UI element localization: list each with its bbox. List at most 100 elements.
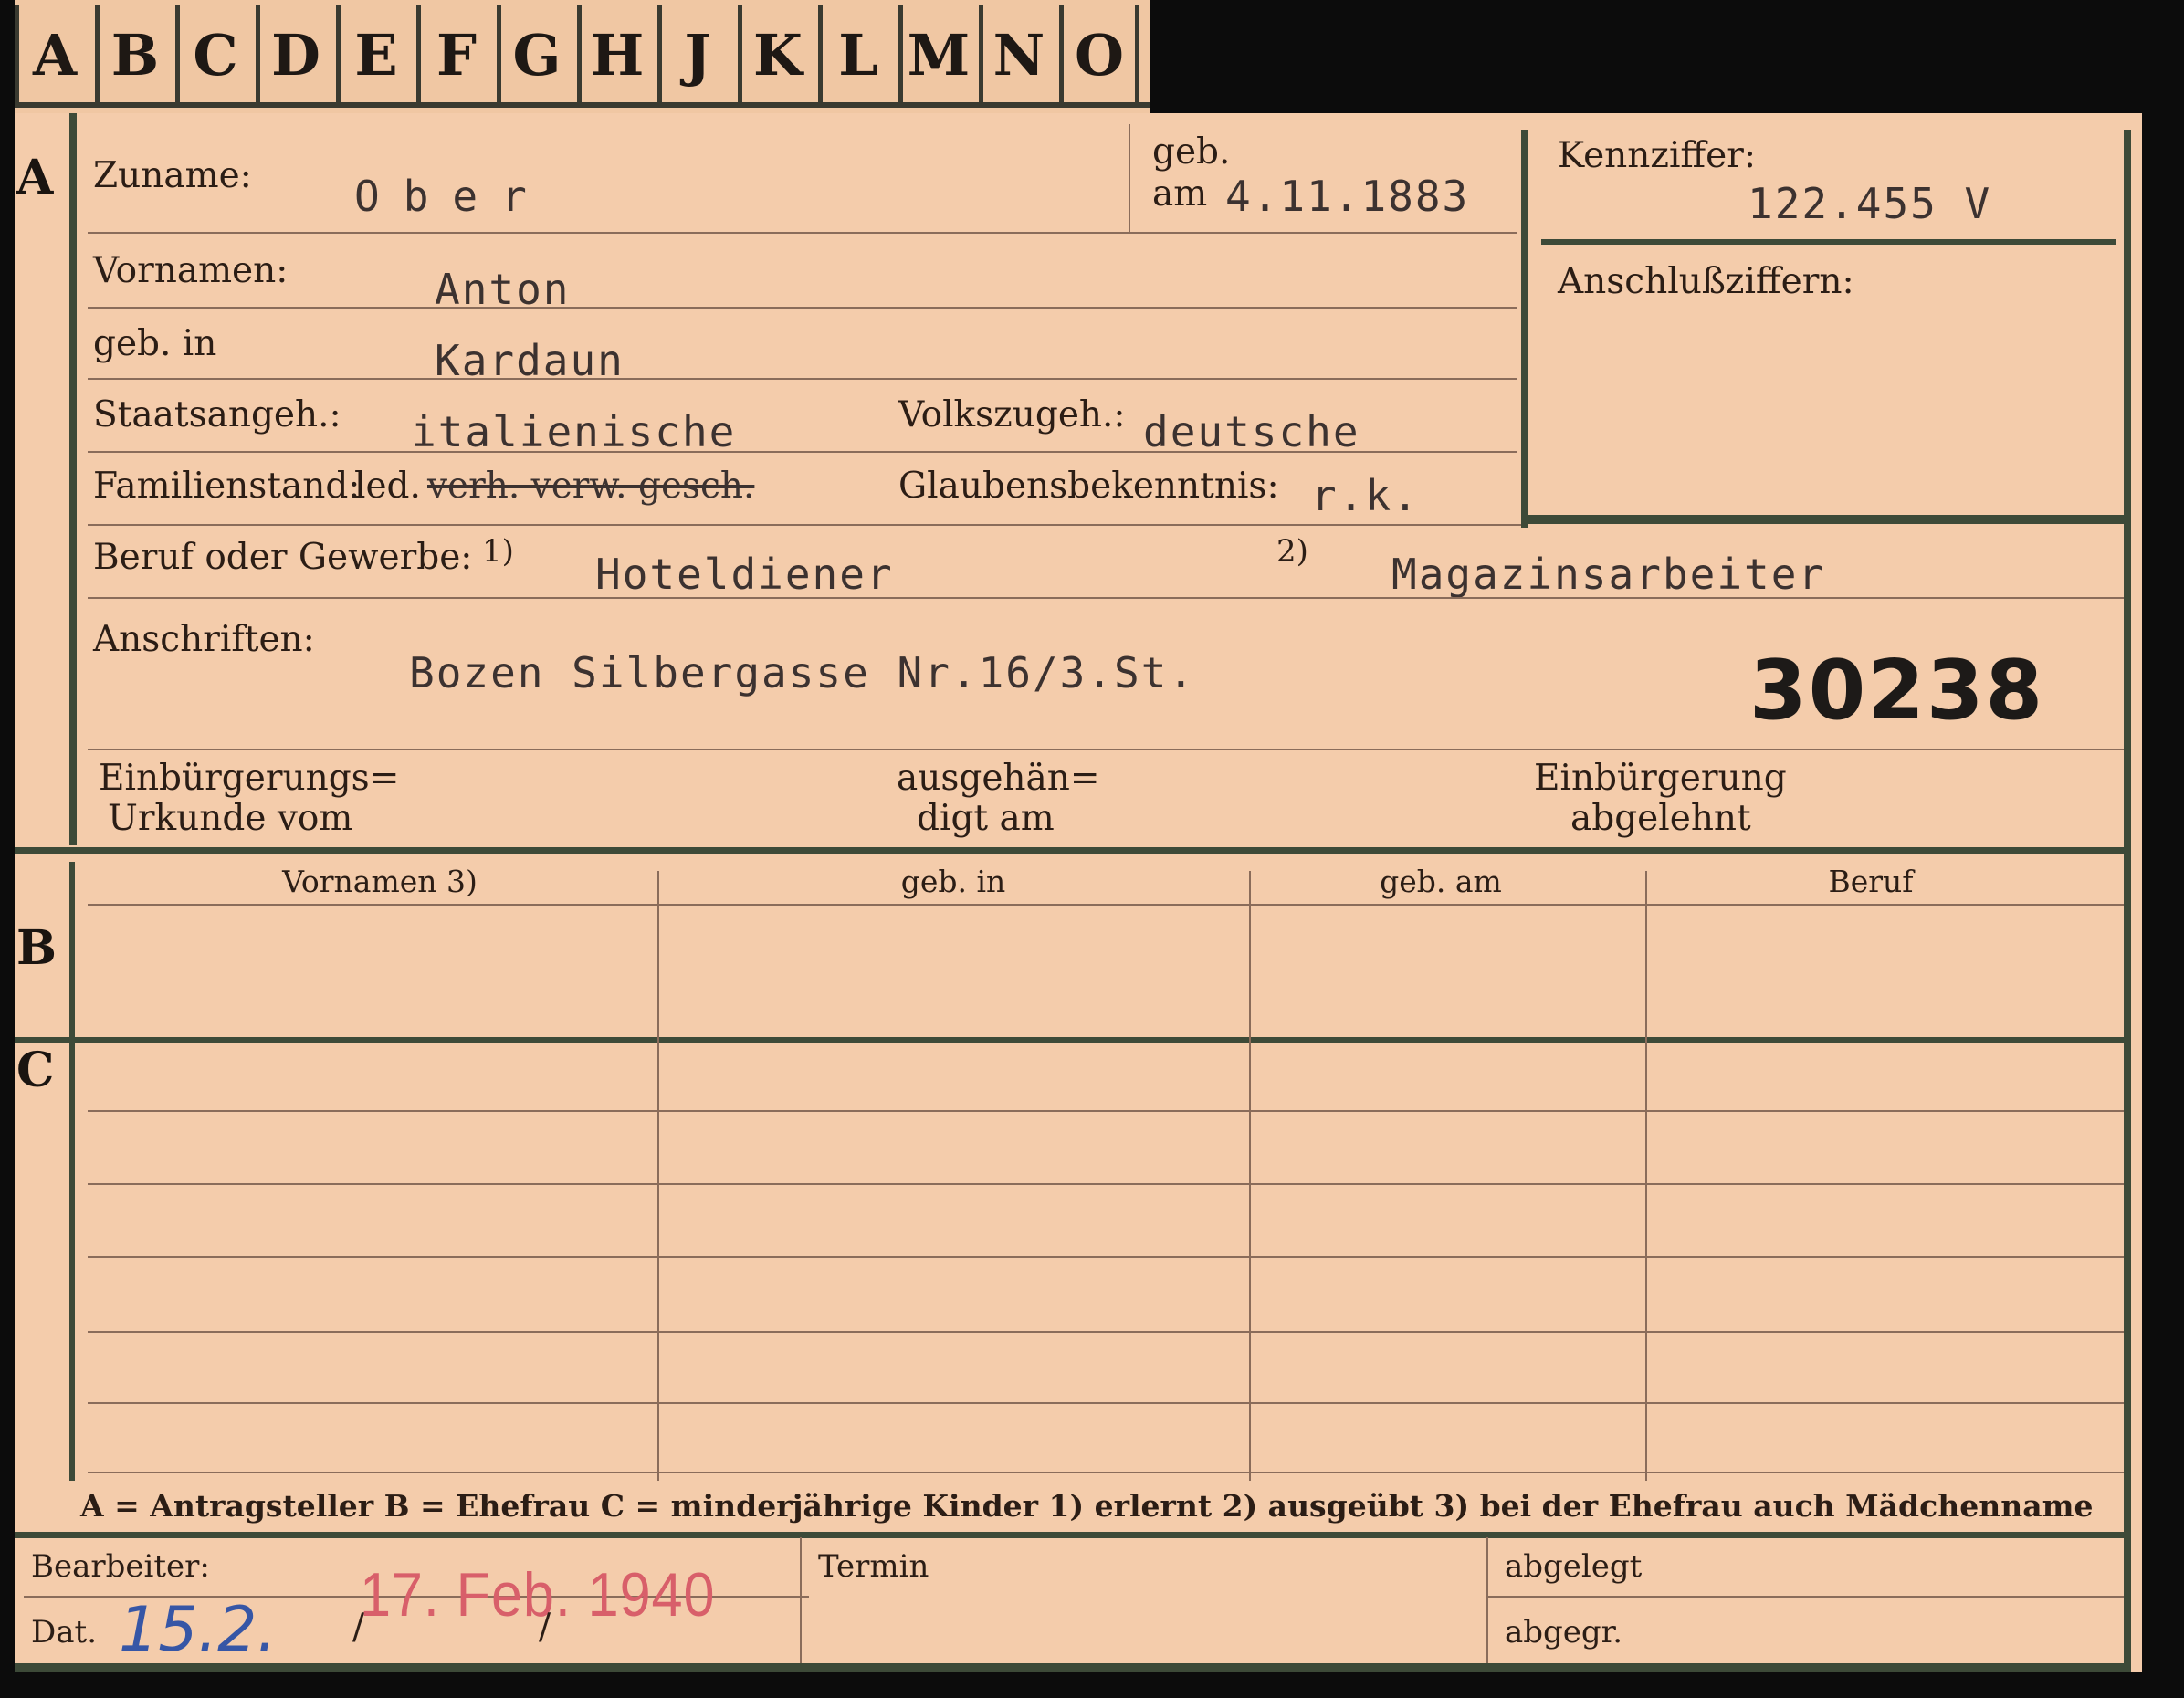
religion-value: r.k.	[1311, 471, 1420, 520]
footer-right-rule	[2124, 1532, 2131, 1672]
card-right-rule	[2124, 130, 2131, 1672]
submitted-label: abgegr.	[1505, 1614, 1623, 1651]
occupation-label: Beruf oder Gewerbe:	[93, 537, 473, 578]
reference-box-left	[1521, 130, 1528, 528]
surname-label: Zuname:	[93, 155, 252, 196]
col-header-first-names: Vornamen 3)	[282, 864, 478, 899]
rule-c-4	[88, 1331, 2124, 1333]
surname-value: Ober	[354, 172, 551, 221]
tab-e[interactable]: E	[336, 5, 412, 104]
rule-first-names	[88, 307, 1517, 309]
rule-marital	[88, 524, 1521, 526]
tab-n[interactable]: N	[979, 5, 1055, 104]
rule-c-6	[88, 1472, 2124, 1473]
tab-g[interactable]: G	[497, 5, 572, 104]
reference-box-divider	[1541, 239, 2116, 245]
handed-over-label-2: digt am	[917, 798, 1055, 839]
footer-right-mid-rule	[1488, 1596, 2127, 1598]
tab-j[interactable]: J	[657, 5, 733, 104]
citizenship-label: Staatsangeh.:	[93, 394, 341, 435]
ethnicity-label: Volkszugeh.:	[898, 394, 1126, 435]
citizenship-value: italienische	[411, 407, 737, 456]
tab-baseline	[15, 102, 1150, 108]
section-bc-divider-left	[69, 862, 75, 1583]
naturalization-doc-label-2: Urkunde vom	[108, 798, 353, 839]
rule-occupation	[88, 597, 2124, 599]
ethnicity-value: deutsche	[1143, 407, 1360, 456]
occupation-practiced-value: Magazinsarbeiter	[1391, 550, 1826, 599]
processor-label: Bearbeiter:	[31, 1548, 210, 1585]
footer-bottom-rule	[15, 1663, 2131, 1672]
surname-birth-divider	[1129, 124, 1130, 234]
religion-label: Glaubensbekenntnis:	[898, 466, 1279, 507]
handed-over-label-1: ausgehän=	[897, 758, 1100, 799]
tab-o[interactable]: O	[1059, 5, 1139, 104]
section-c-marker: C	[16, 1043, 55, 1098]
marital-status-struck-options: verh. verw. gesch.	[427, 466, 755, 507]
section-divider-left	[69, 113, 77, 845]
first-names-label: Vornamen:	[93, 250, 289, 291]
naturalization-doc-label-1: Einbürgerungs=	[99, 758, 400, 799]
footer-divider-2	[1486, 1537, 1488, 1669]
address-label: Anschriften:	[93, 619, 315, 660]
rule-surname	[88, 232, 1517, 234]
alphabet-tab-strip: A B C D E F G H J K L M N O	[15, 0, 1150, 113]
deadline-label: Termin	[818, 1548, 929, 1585]
code-value: 122.455 V	[1748, 179, 1992, 228]
footer-band: Bearbeiter: Dat. 15.2. / 17. Feb. 1940 /…	[15, 1532, 2142, 1672]
tab-h[interactable]: H	[577, 5, 653, 104]
birthplace-label: geb. in	[93, 323, 217, 364]
occupation-learned-value: Hoteldiener	[595, 550, 894, 599]
naturalization-refused-label-1: Einbürgerung	[1534, 758, 1787, 799]
occupation-marker-practiced: 2)	[1276, 533, 1308, 570]
handwritten-date: 15.2.	[119, 1594, 278, 1666]
section-a-marker: A	[16, 150, 54, 205]
col-header-birthplace: geb. in	[900, 864, 1006, 899]
tab-d[interactable]: D	[256, 5, 331, 104]
rule-col-headers	[88, 904, 2124, 906]
rule-birthplace	[88, 378, 1517, 380]
rule-c-5	[88, 1402, 2124, 1404]
rule-c-1	[88, 1110, 2124, 1112]
col-divider-3	[1645, 871, 1647, 1576]
address-value: Bozen Silbergasse Nr.16/3.St.	[409, 648, 1196, 697]
file-number: 30238	[1749, 643, 2045, 739]
footer-divider-1	[800, 1537, 802, 1669]
section-b-marker: B	[16, 920, 57, 976]
col-divider-2	[1249, 871, 1251, 1576]
col-header-birth-date: geb. am	[1380, 864, 1502, 899]
section-b-bottom	[15, 1037, 2124, 1043]
legend-text: A = Antragsteller B = Ehefrau C = minder…	[80, 1488, 2094, 1524]
rule-citizenship	[88, 451, 1517, 453]
tab-m[interactable]: M	[898, 5, 974, 104]
tab-f[interactable]: F	[416, 5, 492, 104]
date-slash-2: /	[539, 1607, 551, 1648]
occupation-marker-learned: 1)	[482, 533, 514, 570]
tab-l[interactable]: L	[818, 5, 894, 104]
tab-a[interactable]: A	[15, 5, 90, 104]
reference-box-bottom	[1521, 515, 2129, 524]
tab-c[interactable]: C	[175, 5, 251, 104]
rule-c-3	[88, 1256, 2124, 1258]
filed-label: abgelegt	[1505, 1548, 1643, 1585]
footer-top-rule	[15, 1532, 2124, 1538]
registration-card: A Zuname: Ober geb. am 4.11.1883 Kennzif…	[15, 113, 2142, 1672]
tab-k[interactable]: K	[738, 5, 814, 104]
linked-codes-label: Anschlußziffern:	[1558, 261, 1854, 302]
birth-date-value: 4.11.1883	[1225, 172, 1470, 221]
rule-address	[88, 749, 2124, 750]
birth-date-label-am: am	[1152, 173, 1208, 215]
date-label: Dat.	[31, 1614, 98, 1651]
naturalization-refused-label-2: abgelehnt	[1570, 798, 1751, 839]
code-label: Kennziffer:	[1558, 135, 1756, 176]
tab-b[interactable]: B	[95, 5, 171, 104]
marital-status-value: led.	[354, 466, 421, 507]
rule-c-2	[88, 1183, 2124, 1185]
received-date-stamp: 17. Feb. 1940	[360, 1560, 716, 1630]
section-a-bottom	[15, 847, 2124, 854]
legend-band: A = Antragsteller B = Ehefrau C = minder…	[15, 1481, 2124, 1532]
birth-date-label-geb: geb.	[1152, 131, 1231, 173]
col-divider-1	[657, 871, 659, 1576]
marital-status-label: Familienstand:	[93, 466, 361, 507]
col-header-occupation: Beruf	[1828, 864, 1914, 899]
